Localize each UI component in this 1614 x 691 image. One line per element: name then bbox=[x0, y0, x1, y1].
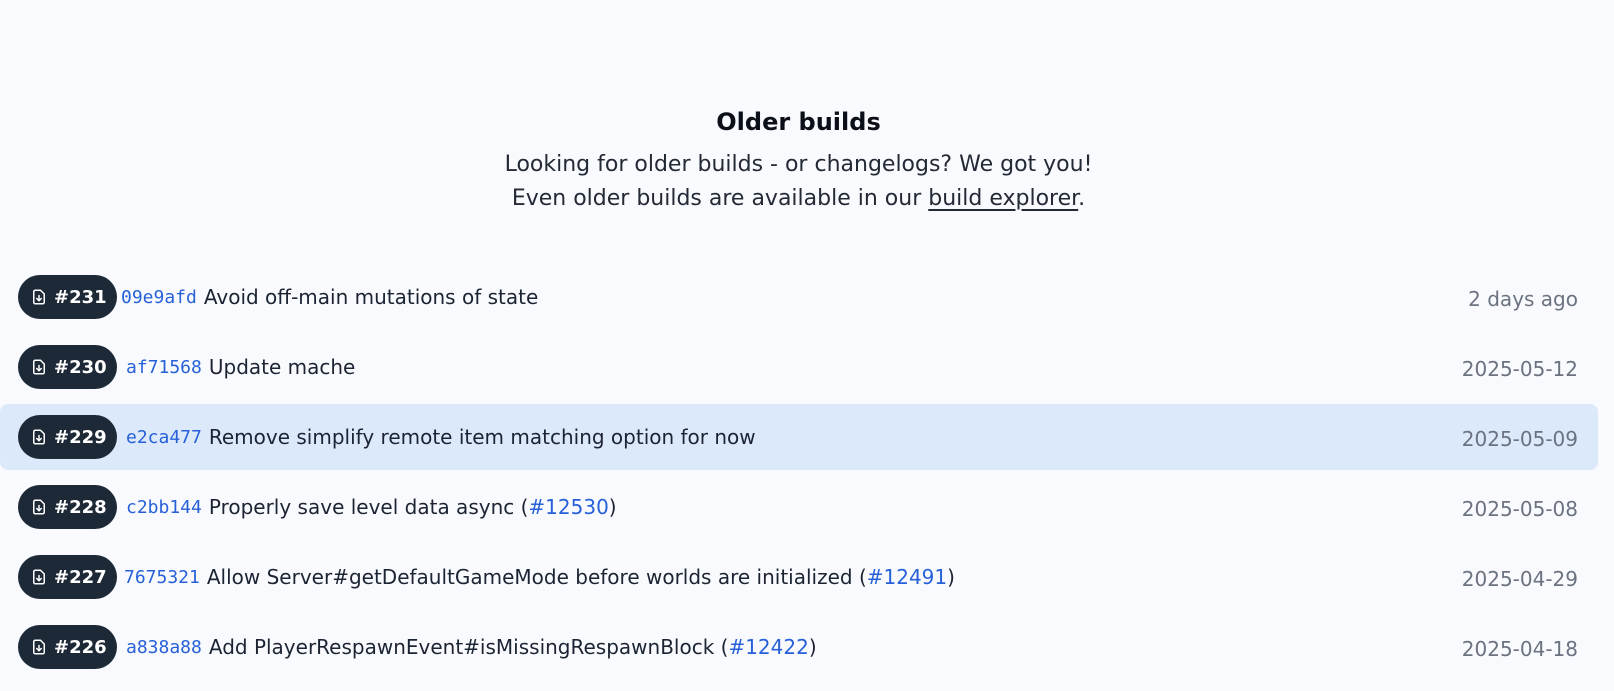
file-download-icon bbox=[30, 498, 48, 516]
build-number: #229 bbox=[54, 426, 107, 448]
build-commit: a838a88 Add PlayerRespawnEvent#isMissing… bbox=[126, 614, 817, 680]
build-date: 2025-05-12 bbox=[1461, 357, 1578, 381]
commit-message: Avoid off-main mutations of state bbox=[203, 285, 539, 309]
pull-request-link[interactable]: #12530 bbox=[528, 495, 608, 519]
closing-paren: ) bbox=[947, 565, 955, 589]
build-date: 2025-05-08 bbox=[1461, 497, 1578, 521]
build-number: #226 bbox=[54, 636, 107, 658]
commit-message: Remove simplify remote item matching opt… bbox=[208, 425, 756, 449]
commit-message: Allow Server#getDefaultGameMode before w… bbox=[206, 565, 867, 589]
build-row[interactable]: #231 09e9afd Avoid off-main mutations of… bbox=[0, 264, 1598, 330]
build-row-hovered[interactable]: #229 e2ca477 Remove simplify remote item… bbox=[0, 404, 1598, 470]
pull-request-link[interactable]: #12422 bbox=[728, 635, 808, 659]
commit-hash-link[interactable]: af71568 bbox=[126, 357, 202, 378]
build-list: #231 09e9afd Avoid off-main mutations of… bbox=[0, 264, 1598, 684]
build-explorer-link[interactable]: build explorer bbox=[928, 186, 1078, 211]
build-row[interactable]: #226 a838a88 Add PlayerRespawnEvent#isMi… bbox=[0, 614, 1598, 680]
build-commit: e2ca477 Remove simplify remote item matc… bbox=[126, 404, 756, 470]
build-commit: 7675321 Allow Server#getDefaultGameMode … bbox=[124, 544, 955, 610]
build-number: #231 bbox=[54, 286, 107, 308]
commit-hash-link[interactable]: 7675321 bbox=[124, 567, 200, 588]
build-commit: c2bb144 Properly save level data async (… bbox=[126, 474, 617, 540]
file-download-icon bbox=[30, 428, 48, 446]
commit-hash-link[interactable]: a838a88 bbox=[126, 637, 202, 658]
build-number: #228 bbox=[54, 496, 107, 518]
build-number-badge[interactable]: #226 bbox=[18, 625, 117, 669]
build-number-badge[interactable]: #229 bbox=[18, 415, 117, 459]
commit-hash-link[interactable]: c2bb144 bbox=[126, 497, 202, 518]
build-number-badge[interactable]: #228 bbox=[18, 485, 117, 529]
subtitle-suffix: . bbox=[1078, 186, 1086, 211]
build-number: #230 bbox=[54, 356, 107, 378]
build-date: 2025-05-09 bbox=[1461, 427, 1578, 451]
file-download-icon bbox=[30, 638, 48, 656]
build-number-badge[interactable]: #231 bbox=[18, 275, 117, 319]
build-row[interactable]: #227 7675321 Allow Server#getDefaultGame… bbox=[0, 544, 1598, 610]
build-number-badge[interactable]: #227 bbox=[18, 555, 117, 599]
commit-hash-link[interactable]: e2ca477 bbox=[126, 427, 202, 448]
closing-paren: ) bbox=[808, 635, 817, 659]
older-builds-header: Older builds Looking for older builds - … bbox=[0, 106, 1597, 216]
commit-message: Add PlayerRespawnEvent#isMissingRespawnB… bbox=[208, 635, 729, 659]
pull-request-link[interactable]: #12491 bbox=[867, 565, 947, 589]
build-date: 2025-04-29 bbox=[1461, 567, 1578, 591]
commit-message: Update mache bbox=[208, 355, 356, 379]
closing-paren: ) bbox=[608, 495, 617, 519]
subtitle-prefix: Even older builds are available in our bbox=[511, 186, 929, 211]
commit-hash-link[interactable]: 09e9afd bbox=[121, 287, 197, 308]
build-row[interactable]: #230 af71568 Update mache 2025-05-12 bbox=[0, 334, 1598, 400]
section-subtitle-line1: Looking for older builds - or changelogs… bbox=[504, 152, 1093, 177]
build-number-badge[interactable]: #230 bbox=[18, 345, 117, 389]
file-download-icon bbox=[30, 358, 48, 376]
build-row[interactable]: #228 c2bb144 Properly save level data as… bbox=[0, 474, 1598, 540]
build-number: #227 bbox=[54, 566, 107, 588]
file-download-icon bbox=[30, 288, 48, 306]
build-date: 2 days ago bbox=[1468, 287, 1578, 311]
section-subtitle-line2: Even older builds are available in our b… bbox=[0, 182, 1597, 216]
file-download-icon bbox=[30, 568, 48, 586]
commit-message: Properly save level data async ( bbox=[208, 495, 529, 519]
build-commit: 09e9afd Avoid off-main mutations of stat… bbox=[121, 264, 538, 330]
build-date: 2025-04-18 bbox=[1461, 637, 1578, 661]
build-commit: af71568 Update mache bbox=[126, 334, 355, 400]
section-title: Older builds bbox=[716, 108, 881, 136]
